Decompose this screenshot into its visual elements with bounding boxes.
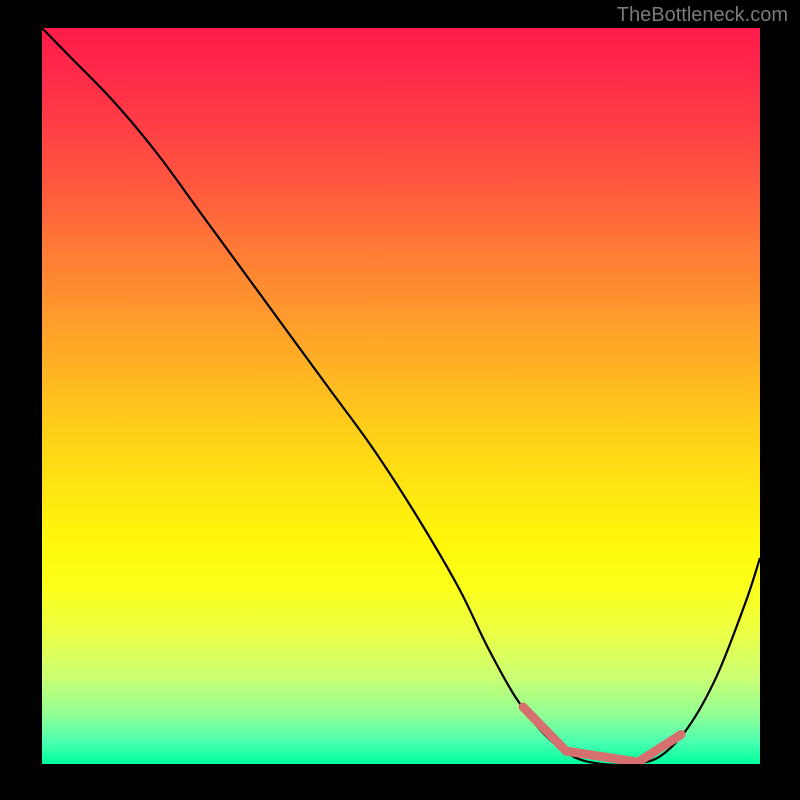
trough-highlight-left bbox=[523, 707, 566, 751]
trough-highlight-right bbox=[638, 735, 681, 763]
trough-highlight-flat bbox=[566, 751, 638, 762]
bottleneck-line-chart bbox=[42, 28, 760, 764]
chart-area bbox=[42, 28, 760, 764]
watermark-text: TheBottleneck.com bbox=[617, 4, 788, 27]
bottleneck-curve-path bbox=[42, 28, 760, 764]
